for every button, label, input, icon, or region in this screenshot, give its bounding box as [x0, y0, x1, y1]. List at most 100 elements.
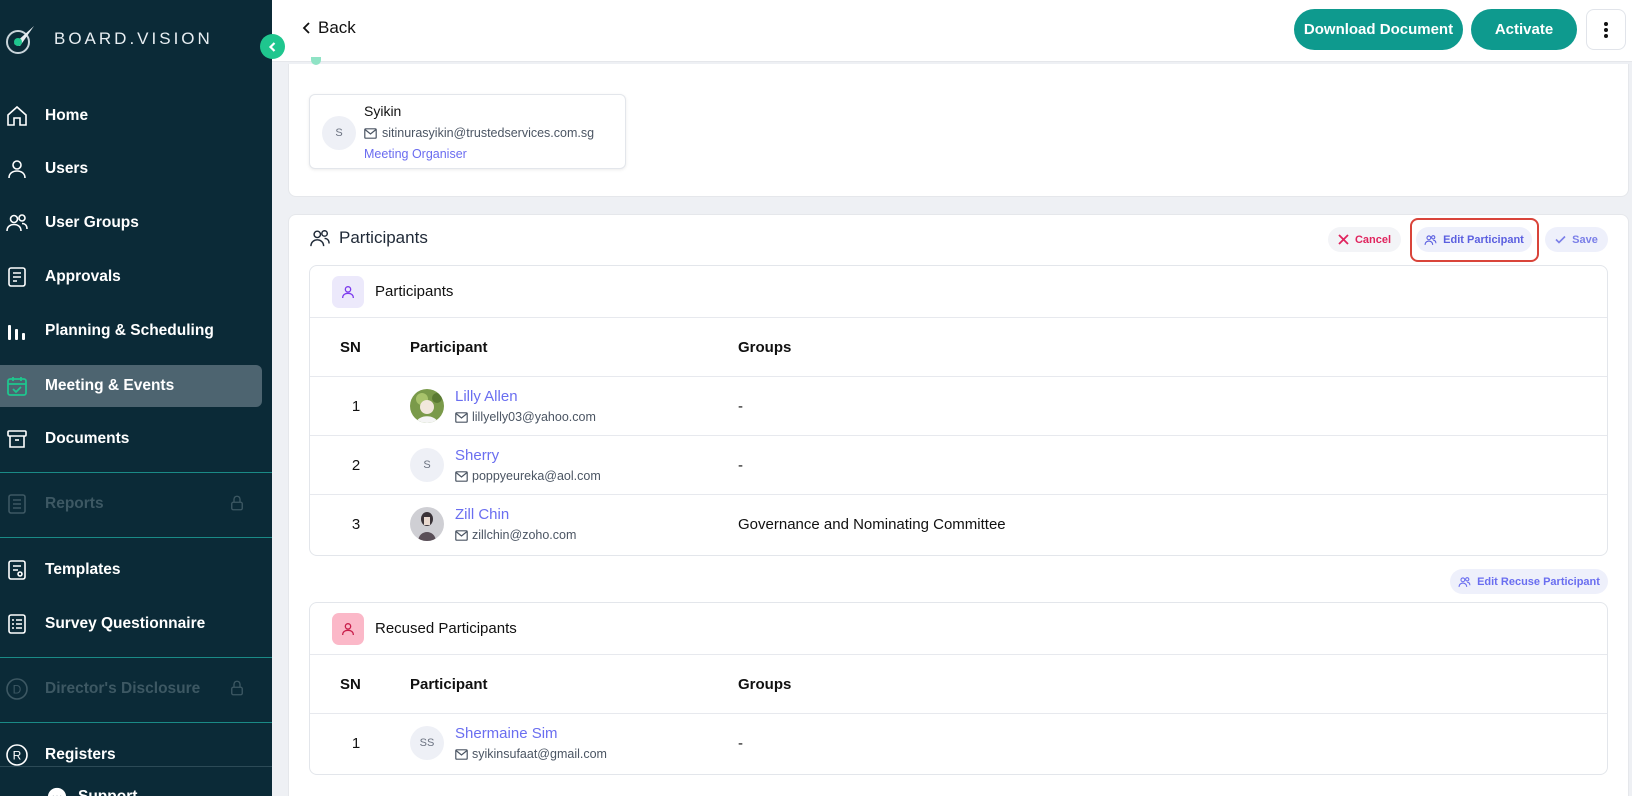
r-circle-icon: R [4, 742, 30, 768]
sidebar-item-survey-questionnaire[interactable]: Survey Questionnaire [0, 603, 262, 645]
cancel-label: Cancel [1354, 233, 1392, 246]
save-label: Save [1572, 233, 1598, 246]
sidebar-item-label: Documents [45, 430, 130, 447]
participant-email-text: syikinsufaat@gmail.com [472, 747, 607, 761]
sidebar-divider [0, 722, 272, 723]
column-sn: SN [340, 339, 361, 356]
edit-recuse-participant-button[interactable]: Edit Recuse Participant [1450, 569, 1608, 594]
user-icon [342, 623, 354, 636]
row-sn: 3 [351, 516, 361, 533]
participant-groups: - [738, 457, 743, 474]
d-circle-icon: D [4, 676, 30, 702]
more-vertical-icon [1604, 21, 1608, 38]
column-sn: SN [340, 676, 361, 693]
row-sn: 1 [351, 398, 361, 415]
chat-icon [44, 784, 70, 796]
column-groups: Groups [738, 339, 792, 356]
sidebar-item-label: Reports [45, 495, 104, 512]
table-title: Recused Participants [375, 620, 517, 637]
mail-icon [455, 470, 468, 482]
lock-icon [231, 680, 243, 696]
mail-icon [364, 127, 377, 139]
cancel-button[interactable]: Cancel [1328, 227, 1401, 252]
sidebar-item-label: Support [78, 788, 137, 796]
participants-section-title: Participants [309, 228, 428, 248]
sidebar-item-planning-scheduling[interactable]: Planning & Scheduling [0, 310, 262, 352]
sidebar-item-directors-disclosure: D Director's Disclosure [0, 668, 262, 710]
participant-groups: - [738, 735, 743, 752]
participant-name-link[interactable]: Shermaine Sim [455, 725, 558, 742]
report-icon [4, 491, 30, 517]
collapse-sidebar-button[interactable] [260, 34, 285, 59]
user-icon [342, 286, 354, 299]
user-icon [4, 156, 30, 182]
participant-name-link[interactable]: Zill Chin [455, 506, 509, 523]
participants-table: Participants SN Participant Groups 1 Lil… [309, 265, 1608, 556]
participant-name-link[interactable]: Sherry [455, 447, 499, 464]
brand[interactable]: BOARD.VISION [0, 20, 213, 58]
organiser-email-text: sitinurasyikin@trustedservices.com.sg [382, 126, 595, 140]
sidebar-item-documents[interactable]: Documents [0, 418, 262, 460]
sidebar-divider [0, 766, 272, 767]
close-icon [1338, 234, 1349, 245]
row-sn: 1 [351, 735, 361, 752]
sidebar-item-user-groups[interactable]: User Groups [0, 202, 262, 244]
sidebar-item-registers[interactable]: R Registers [0, 734, 262, 776]
participant-email: zillchin@zoho.com [455, 528, 576, 542]
sidebar-divider [0, 472, 272, 473]
table-row[interactable]: 2 S Sherry poppyeureka@aol.com - [310, 436, 1607, 495]
home-icon [4, 103, 30, 129]
avatar: S [410, 448, 444, 482]
sidebar-item-templates[interactable]: Templates [0, 549, 262, 591]
sidebar-item-label: User Groups [45, 214, 139, 231]
activate-button[interactable]: Activate [1471, 9, 1577, 50]
approvals-icon [4, 264, 30, 290]
table-column-header: SN Participant Groups [310, 655, 1607, 714]
check-icon [1555, 235, 1566, 244]
lock-icon [231, 495, 243, 511]
sidebar-item-home[interactable]: Home [0, 95, 262, 137]
bar-chart-icon [4, 318, 30, 344]
download-document-button[interactable]: Download Document [1294, 9, 1463, 50]
sidebar-divider [0, 657, 272, 658]
sidebar-item-approvals[interactable]: Approvals [0, 256, 262, 298]
sidebar-item-label: Director's Disclosure [45, 680, 201, 697]
table-row[interactable]: 1 SS Shermaine Sim syikinsufaat@gmail.co… [310, 714, 1607, 773]
avatar: S [322, 116, 356, 150]
users-icon [310, 230, 330, 247]
mail-icon [455, 411, 468, 423]
edit-recuse-label: Edit Recuse Participant [1477, 575, 1600, 588]
participant-badge [332, 276, 364, 308]
brand-name: BOARD.VISION [54, 29, 213, 48]
svg-text:D: D [13, 683, 22, 697]
row-sn: 2 [351, 457, 361, 474]
sidebar-item-label: Templates [45, 561, 121, 578]
organiser-email: sitinurasyikin@trustedservices.com.sg [364, 126, 594, 140]
column-participant: Participant [410, 339, 488, 356]
participant-groups: - [738, 398, 743, 415]
back-button[interactable]: Back [302, 18, 356, 38]
survey-icon [4, 611, 30, 637]
sidebar-divider [0, 537, 272, 538]
sidebar-item-support[interactable]: Support [40, 776, 272, 796]
recused-participants-table: Recused Participants SN Participant Grou… [309, 602, 1608, 775]
section-title-text: Participants [339, 228, 428, 247]
table-row[interactable]: 1 Lilly Allen lillyelly03@yahoo.com - [310, 377, 1607, 436]
participant-email: poppyeureka@aol.com [455, 469, 601, 483]
calendar-check-icon [4, 373, 30, 399]
save-button[interactable]: Save [1545, 227, 1608, 252]
more-options-button[interactable] [1586, 9, 1626, 50]
participant-name-link[interactable]: Lilly Allen [455, 388, 518, 405]
avatar [410, 507, 444, 541]
sidebar-item-meeting-events[interactable]: Meeting & Events [0, 365, 262, 407]
mail-icon [455, 748, 468, 760]
brand-logo-icon [6, 26, 34, 54]
organiser-role: Meeting Organiser [364, 147, 467, 161]
table-title: Participants [375, 283, 454, 300]
sidebar: BOARD.VISION Home Users User Groups Appr… [0, 0, 272, 796]
sidebar-item-label: Home [45, 107, 89, 124]
participant-email-text: zillchin@zoho.com [472, 528, 577, 542]
sidebar-item-users[interactable]: Users [0, 148, 262, 190]
participant-email-text: lillyelly03@yahoo.com [472, 410, 596, 424]
table-row[interactable]: 3 Zill Chin zillchin@zoho.com Governance… [310, 495, 1607, 554]
